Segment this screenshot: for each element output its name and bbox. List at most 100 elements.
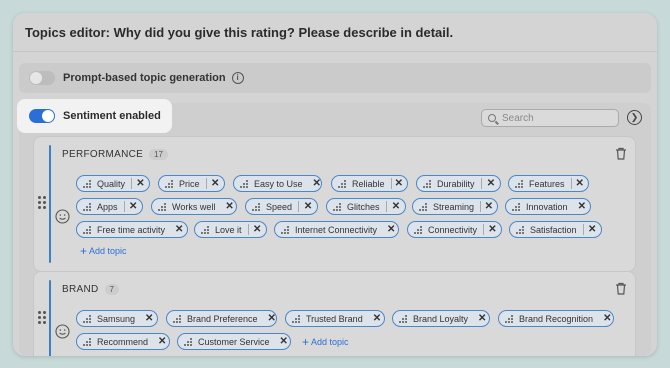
remove-topic-icon[interactable]: ✕ [280,336,288,347]
remove-topic-icon[interactable]: ✕ [303,201,313,212]
remove-topic-icon[interactable]: ✕ [313,178,321,189]
remove-topic-icon[interactable]: ✕ [387,224,395,235]
trash-icon[interactable] [615,282,627,295]
topic-chip[interactable]: Reliable ✕ [331,175,408,192]
topic-chip[interactable]: Durability ✕ [416,175,501,192]
topic-chip[interactable]: Love it ✕ [194,221,267,238]
section-count-badge: 17 [149,149,168,160]
remove-topic-icon[interactable]: ✕ [395,178,403,189]
chip-grip-icon [252,202,260,211]
drag-handle-icon[interactable] [38,311,46,324]
chip-grip-icon [516,225,524,234]
topic-chip[interactable]: Trusted Brand ✕ [285,310,385,327]
topic-label: Works well [172,201,216,212]
topic-chip[interactable]: Price ✕ [158,175,225,192]
remove-topic-icon[interactable]: ✕ [158,336,166,347]
topic-chip[interactable]: Features ✕ [508,175,589,192]
info-icon[interactable]: i [231,72,244,84]
remove-topic-icon[interactable]: ✕ [488,224,497,235]
topic-label: Features [529,178,565,189]
add-topic-button[interactable]: + Add topic [302,334,349,349]
chip-grip-icon [338,179,346,188]
section-header: BRAND 7 [62,284,119,295]
prompt-topic-toggle[interactable] [29,71,55,85]
plus-icon: + [80,243,88,258]
topic-label: Easy to Use [254,178,303,189]
topic-chip[interactable]: Samsung ✕ [76,310,158,327]
section-header: PERFORMANCE 17 [62,149,168,160]
topic-chip[interactable]: Works well ✕ [151,198,237,215]
remove-topic-icon[interactable]: ✕ [587,224,597,235]
chip-grip-icon [333,202,341,211]
topic-label: Brand Loyalty [413,313,469,324]
search-input[interactable] [502,112,612,124]
topic-chip[interactable]: Apps ✕ [76,198,143,215]
chip-grip-icon [512,202,520,211]
sentiment-label: Sentiment enabled [63,110,161,122]
topic-label: Free time activity [97,224,166,235]
topic-chip[interactable]: Internet Connectivity ✕ [274,221,399,238]
remove-topic-icon[interactable]: ✕ [225,201,233,212]
chip-grip-icon [281,225,289,234]
remove-topic-icon[interactable]: ✕ [210,178,220,189]
topic-chip[interactable]: Customer Service ✕ [177,333,291,350]
drag-handle-icon[interactable] [38,196,46,209]
remove-topic-icon[interactable]: ✕ [268,313,276,324]
remove-topic-icon[interactable]: ✕ [136,178,145,189]
remove-topic-icon[interactable]: ✕ [485,201,493,212]
remove-topic-icon[interactable]: ✕ [391,201,401,212]
remove-topic-icon[interactable]: ✕ [252,224,262,235]
topic-chip[interactable]: Free time activity ✕ [76,221,188,238]
next-arrow-button[interactable]: ❯ [627,110,642,125]
smiley-icon[interactable] [55,209,70,224]
topic-chip[interactable]: Connectivity ✕ [407,221,502,238]
topic-chip[interactable]: Easy to Use ✕ [233,175,322,192]
page-title: Topics editor: Why did you give this rat… [25,25,454,40]
topic-label: Connectivity [428,224,478,235]
topic-chip[interactable]: Speed ✕ [245,198,318,215]
topic-chip[interactable]: Glitches ✕ [326,198,406,215]
remove-topic-icon[interactable]: ✕ [373,313,381,324]
chip-grip-icon [83,337,91,346]
topic-label: Innovation [526,201,568,212]
topic-label: Trusted Brand [306,313,363,324]
section-accent-bar [49,280,51,356]
topic-label: Brand Recognition [519,313,594,324]
chip-grip-icon [83,202,91,211]
topic-chip[interactable]: Brand Recognition ✕ [498,310,614,327]
section-name: BRAND [62,284,99,295]
trash-icon[interactable] [615,147,627,160]
remove-topic-icon[interactable]: ✕ [128,201,138,212]
remove-topic-icon[interactable]: ✕ [575,178,584,189]
plus-icon: + [302,334,310,349]
chip-grip-icon [158,202,166,211]
add-topic-button[interactable]: + Add topic [80,243,127,258]
remove-topic-icon[interactable]: ✕ [486,178,496,189]
topic-chip[interactable]: Brand Preference ✕ [166,310,277,327]
section-name: PERFORMANCE [62,149,144,160]
topic-label: Internet Connectivity [295,224,378,235]
topic-label: Apps [97,201,118,212]
topics-editor-window: Topics editor: Why did you give this rat… [13,13,657,356]
topic-chip[interactable]: Satisfaction ✕ [509,221,602,238]
remove-topic-icon[interactable]: ✕ [603,313,611,324]
sentiment-toggle[interactable] [29,109,55,123]
topic-chip[interactable]: Innovation ✕ [505,198,591,215]
chip-grip-icon [515,179,523,188]
chip-grip-icon [292,314,300,323]
topic-chip[interactable]: Brand Loyalty ✕ [392,310,490,327]
topic-label: Satisfaction [530,224,577,235]
smiley-icon[interactable] [55,324,70,339]
chip-grip-icon [423,179,431,188]
topic-label: Durability [437,178,475,189]
remove-topic-icon[interactable]: ✕ [578,201,586,212]
remove-topic-icon[interactable]: ✕ [145,313,153,324]
chip-grip-icon [83,314,91,323]
topic-chip[interactable]: Recommend ✕ [76,333,170,350]
topic-label: Price [179,178,200,189]
section-accent-bar [49,145,51,263]
remove-topic-icon[interactable]: ✕ [478,313,486,324]
remove-topic-icon[interactable]: ✕ [175,224,183,235]
topic-chip[interactable]: Streaming ✕ [412,198,498,215]
topic-chip[interactable]: Quality ✕ [76,175,150,192]
